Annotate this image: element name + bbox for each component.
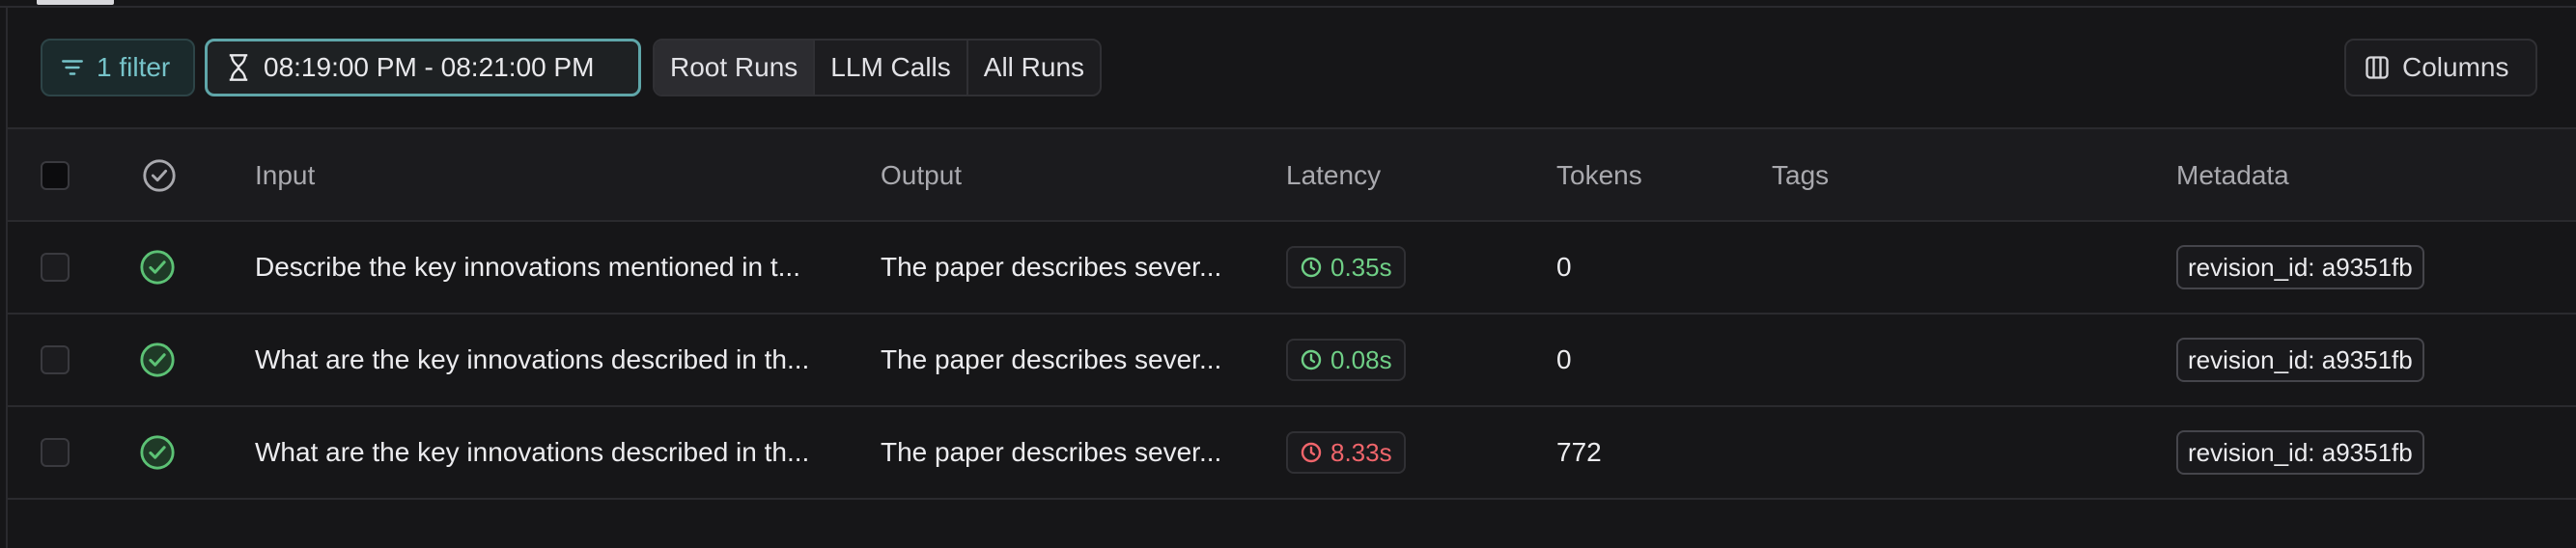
- filter-button[interactable]: 1 filter: [41, 39, 195, 96]
- filter-icon: [62, 60, 83, 75]
- status-header: [141, 129, 178, 222]
- row-status-cell: [139, 407, 176, 498]
- select-all-checkbox[interactable]: [41, 161, 70, 190]
- runs-toolbar: 1 filter 08:19:00 PM - 08:21:00 PM Root …: [8, 8, 2576, 127]
- row-metadata-cell: revision_id: a9351fb: [2176, 315, 2424, 405]
- active-tab-indicator: [37, 0, 114, 5]
- time-range-button[interactable]: 08:19:00 PM - 08:21:00 PM: [205, 39, 641, 96]
- row-tokens: 772: [1556, 437, 1602, 467]
- row-input: What are the key innovations described i…: [255, 344, 810, 374]
- run-type-root-runs[interactable]: Root Runs: [655, 41, 816, 95]
- clock-icon: [1301, 257, 1322, 278]
- metadata-badge[interactable]: revision_id: a9351fb: [2176, 245, 2424, 289]
- row-select-cell: [41, 407, 70, 498]
- table-row[interactable]: What are the key innovations described i…: [8, 315, 2576, 407]
- latency-header[interactable]: Latency: [1286, 129, 1381, 222]
- columns-button[interactable]: Columns: [2344, 39, 2537, 96]
- row-metadata-cell: revision_id: a9351fb: [2176, 407, 2424, 498]
- row-status-cell: [139, 315, 176, 405]
- row-tokens: 0: [1556, 344, 1572, 374]
- check-circle-icon: [140, 250, 175, 285]
- metadata-badge[interactable]: revision_id: a9351fb: [2176, 430, 2424, 475]
- check-circle-icon: [140, 342, 175, 377]
- latency-value: 0.35s: [1330, 252, 1392, 282]
- table-row[interactable]: What are the key innovations described i…: [8, 407, 2576, 500]
- input-header[interactable]: Input: [255, 129, 315, 222]
- hourglass-icon: [229, 54, 248, 81]
- row-status-cell: [139, 222, 176, 313]
- check-circle-icon: [140, 435, 175, 470]
- latency-badge: 0.08s: [1286, 339, 1406, 381]
- row-checkbox[interactable]: [41, 345, 70, 374]
- run-type-llm-calls[interactable]: LLM Calls: [815, 41, 968, 95]
- row-latency-cell: 0.35s: [1286, 222, 1406, 313]
- row-tokens: 0: [1556, 252, 1572, 282]
- time-range-label: 08:19:00 PM - 08:21:00 PM: [264, 52, 595, 82]
- metadata-badge[interactable]: revision_id: a9351fb: [2176, 338, 2424, 382]
- columns-button-label: Columns: [2402, 52, 2509, 82]
- run-type-all-runs[interactable]: All Runs: [968, 41, 1100, 95]
- row-output: The paper describes sever...: [881, 437, 1222, 467]
- tokens-header[interactable]: Tokens: [1556, 129, 1642, 222]
- run-type-toggle: Root Runs LLM Calls All Runs: [653, 39, 1103, 96]
- row-output: The paper describes sever...: [881, 344, 1222, 374]
- latency-badge: 0.35s: [1286, 246, 1406, 288]
- row-latency-cell: 0.08s: [1286, 315, 1406, 405]
- clock-icon: [1301, 349, 1322, 370]
- runs-panel: 1 filter 08:19:00 PM - 08:21:00 PM Root …: [6, 8, 2576, 548]
- row-checkbox[interactable]: [41, 253, 70, 282]
- row-checkbox[interactable]: [41, 438, 70, 467]
- tags-header[interactable]: Tags: [1772, 129, 1829, 222]
- row-select-cell: [41, 315, 70, 405]
- latency-badge: 8.33s: [1286, 431, 1406, 474]
- row-metadata-cell: revision_id: a9351fb: [2176, 222, 2424, 313]
- row-select-cell: [41, 222, 70, 313]
- filter-button-label: 1 filter: [97, 52, 171, 82]
- row-latency-cell: 8.33s: [1286, 407, 1406, 498]
- latency-value: 8.33s: [1330, 437, 1392, 467]
- row-input: What are the key innovations described i…: [255, 437, 810, 467]
- row-output: The paper describes sever...: [881, 252, 1222, 282]
- output-header[interactable]: Output: [881, 129, 962, 222]
- check-circle-icon: [143, 159, 176, 192]
- metadata-header[interactable]: Metadata: [2176, 129, 2289, 222]
- table-row[interactable]: Describe the key innovations mentioned i…: [8, 222, 2576, 315]
- select-all-cell: [41, 129, 70, 222]
- row-input: Describe the key innovations mentioned i…: [255, 252, 800, 282]
- table-header: Input Output Latency Tokens Tags Metadat…: [8, 127, 2576, 222]
- latency-value: 0.08s: [1330, 344, 1392, 374]
- columns-icon: [2366, 56, 2389, 79]
- tab-strip: [0, 0, 2576, 8]
- clock-icon: [1301, 442, 1322, 463]
